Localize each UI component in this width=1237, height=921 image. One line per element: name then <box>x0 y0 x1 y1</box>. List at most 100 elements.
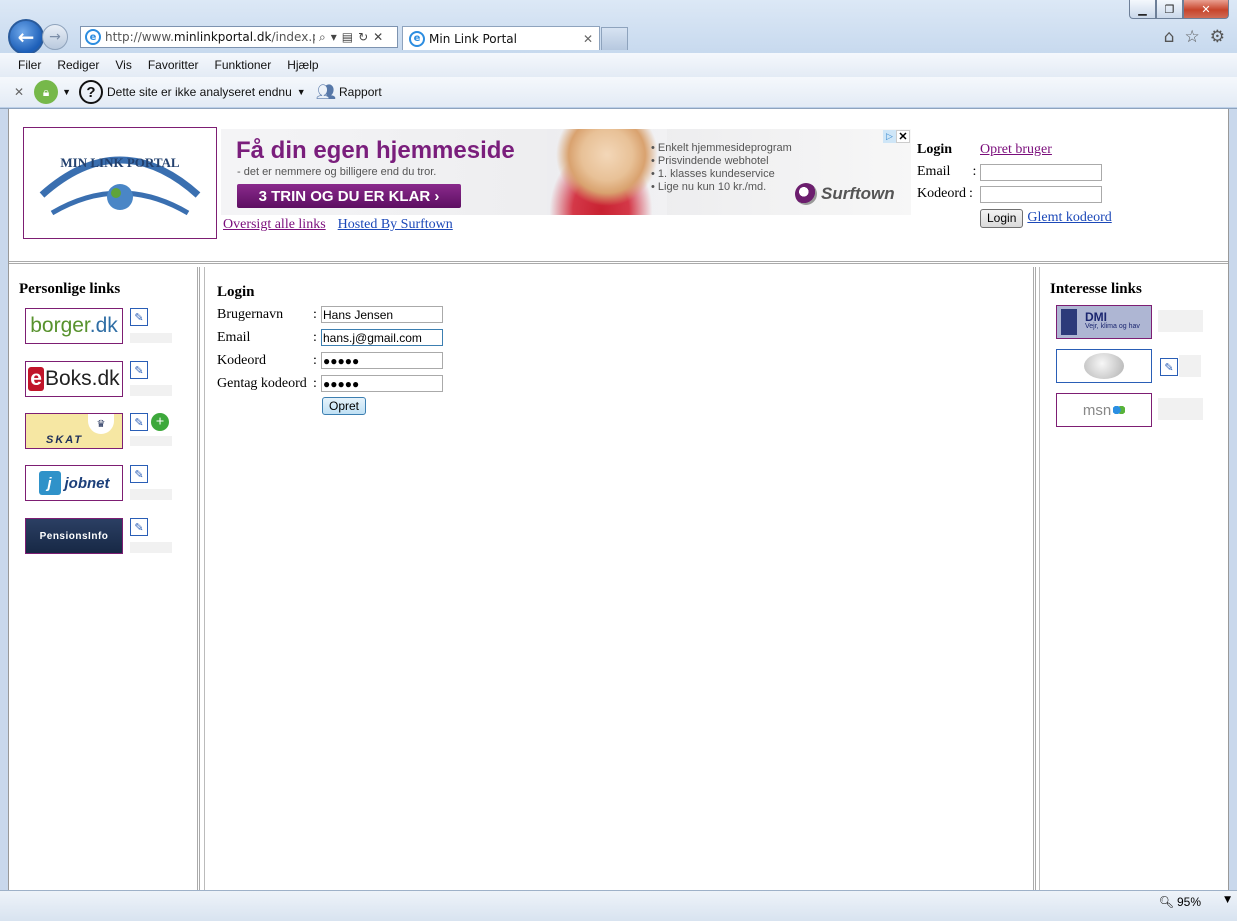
edit-icon[interactable]: ✎ <box>130 465 148 483</box>
dropdown-arrow-icon[interactable]: ▾ <box>331 30 337 45</box>
dropdown-arrow-icon[interactable]: ▼ <box>62 87 71 97</box>
edit-icon[interactable]: ✎ <box>130 518 148 536</box>
tile-dmi[interactable]: DMI Vejr, klima og hav <box>1056 305 1152 339</box>
menu-item-funktioner[interactable]: Funktioner <box>215 58 272 72</box>
tile-msn[interactable]: msn <box>1056 393 1152 427</box>
repeat-password-label: Gentag kodeord <box>217 375 307 391</box>
tile-eboks[interactable]: e Boks.dk <box>25 361 123 397</box>
ad-subtitle: - det er nemmere og billigere end du tro… <box>237 166 437 178</box>
tile-spacer <box>130 333 172 343</box>
address-text: http://www.minlinkportal.dk/index.php <box>105 30 315 44</box>
menu-item-filer[interactable]: Filer <box>18 58 41 72</box>
minimize-button[interactable]: ▁ <box>1129 0 1156 19</box>
menu-item-favoritter[interactable]: Favoritter <box>148 58 199 72</box>
ad-close-icon[interactable]: ✕ <box>896 130 910 143</box>
header-email-field[interactable] <box>980 163 1102 181</box>
forward-button[interactable]: → <box>42 24 68 50</box>
tile-spacer <box>130 542 172 553</box>
refresh-icon[interactable]: ↻ <box>358 30 368 45</box>
tab-title: Min Link Portal <box>429 31 517 46</box>
back-button[interactable]: ← <box>8 19 44 55</box>
email-field[interactable] <box>321 329 443 346</box>
overview-links-link[interactable]: Oversigt alle links <box>223 217 326 233</box>
lock-icon[interactable]: 🔒︎ <box>34 80 59 104</box>
username-label: Brugernavn <box>217 306 284 322</box>
site-header: MIN LINK PORTAL Få din egen hjemmeside -… <box>9 109 1228 264</box>
form-row-password: Kodeord : <box>217 349 443 372</box>
tile-borger[interactable]: borger.dk <box>25 308 123 344</box>
hosted-by-link[interactable]: Hosted By Surftown <box>338 217 453 233</box>
browser-chrome: ▁ ❐ ✕ ← → e http://www.minlinkportal.dk/… <box>0 0 1237 109</box>
edit-icon[interactable]: ✎ <box>130 361 148 379</box>
tile-wikipedia[interactable] <box>1056 349 1152 383</box>
status-bar: 🔍︎ 95% ▼ <box>0 890 1237 921</box>
username-field[interactable] <box>321 306 443 323</box>
close-tab-icon[interactable]: ✕ <box>583 32 593 46</box>
menu-item-hjaelp[interactable]: Hjælp <box>287 58 318 72</box>
site-logo[interactable]: MIN LINK PORTAL <box>23 127 217 239</box>
gear-icon[interactable]: ⚙ <box>1210 27 1225 47</box>
create-button[interactable]: Opret <box>322 397 367 415</box>
menu-item-vis[interactable]: Vis <box>115 58 131 72</box>
address-bar[interactable]: e http://www.minlinkportal.dk/index.php … <box>80 26 398 48</box>
interest-links-title: Interesse links <box>1050 281 1142 297</box>
compat-view-icon[interactable]: ▤ <box>342 30 353 45</box>
zoom-dropdown-icon[interactable]: ▼ <box>1224 895 1231 905</box>
browser-right-icons: ⌂ ☆ ⚙ <box>1164 27 1225 47</box>
site-status-label[interactable]: Dette site er ikke analyseret endnu <box>107 85 292 99</box>
password-field[interactable] <box>321 352 443 369</box>
dropdown-arrow-icon[interactable]: ▼ <box>297 87 306 97</box>
stop-icon[interactable]: ✕ <box>373 30 383 45</box>
header-email-label: Email: <box>917 164 977 179</box>
colon: : <box>313 329 317 345</box>
butterfly-icon <box>1113 404 1126 416</box>
tile-spacer <box>130 489 172 500</box>
repeat-password-field[interactable] <box>321 375 443 392</box>
edit-icon[interactable]: ✎ <box>1160 358 1178 376</box>
jobnet-logo: j jobnet <box>38 471 110 495</box>
new-tab-button[interactable] <box>601 27 628 50</box>
colon: : <box>313 375 317 391</box>
question-icon: ? <box>78 80 103 104</box>
tile-pensionsinfo[interactable]: PensionsInfo <box>25 518 123 554</box>
ad-bullets: Enkelt hjemmesideprogram Prisvindende we… <box>651 142 792 194</box>
dmi-logo: DMI Vejr, klima og hav <box>1057 306 1151 338</box>
address-controls: ⌕ ▾ ▤ ↻ ✕ <box>319 30 383 45</box>
close-toolbar-icon[interactable]: ✕ <box>14 85 24 99</box>
header-password-label: Kodeord: <box>917 186 973 201</box>
report-button[interactable]: Rapport <box>339 85 382 99</box>
create-user-link[interactable]: Opret bruger <box>980 142 1052 158</box>
tab-min-link-portal[interactable]: e Min Link Portal ✕ <box>402 26 600 50</box>
close-window-button[interactable]: ✕ <box>1183 0 1229 19</box>
ad-banner[interactable]: Få din egen hjemmeside - det er nemmere … <box>221 129 911 215</box>
ad-bullet: Lige nu kun 10 kr./md. <box>651 181 792 194</box>
tile-spacer <box>1158 398 1203 420</box>
msn-logo: msn <box>1083 402 1126 419</box>
edit-icon[interactable]: ✎ <box>130 413 148 431</box>
zoom-icon: 🔍︎ <box>1158 895 1174 909</box>
menu-item-rediger[interactable]: Rediger <box>57 58 99 72</box>
tile-skat[interactable]: ♛ SKAT <box>25 413 123 449</box>
maximize-button[interactable]: ❐ <box>1156 0 1183 19</box>
login-button[interactable]: Login <box>980 208 1024 228</box>
password-label: Kodeord <box>217 352 266 368</box>
tile-spacer <box>1179 355 1201 377</box>
zoom-control[interactable]: 🔍︎ 95% <box>1159 895 1201 909</box>
star-icon[interactable]: ☆ <box>1185 27 1200 47</box>
wikipedia-globe-icon <box>1084 353 1124 379</box>
menu-bar: Filer Rediger Vis Favoritter Funktioner … <box>0 53 1237 77</box>
header-password-field[interactable] <box>980 185 1102 203</box>
add-icon[interactable]: + <box>151 413 169 431</box>
home-icon[interactable]: ⌂ <box>1164 27 1175 47</box>
ad-cta-button[interactable]: 3 TRIN OG DU ER KLAR › <box>237 184 461 208</box>
edit-icon[interactable]: ✎ <box>130 308 148 326</box>
adchoices-icon[interactable]: ▷ <box>883 130 896 143</box>
tile-jobnet[interactable]: j jobnet <box>25 465 123 501</box>
search-icon[interactable]: ⌕ <box>319 30 326 45</box>
eboks-logo: e Boks.dk <box>28 367 120 391</box>
personal-links-column: Personlige links borger.dk ✎ e Boks.dk ✎ … <box>9 267 200 890</box>
forgot-password-link[interactable]: Glemt kodeord <box>1027 210 1111 226</box>
form-title: Login <box>217 284 255 300</box>
personal-links-title: Personlige links <box>19 281 121 297</box>
command-bar: ✕ 🔒︎ ▼ ? Dette site er ikke analyseret e… <box>0 77 1237 107</box>
